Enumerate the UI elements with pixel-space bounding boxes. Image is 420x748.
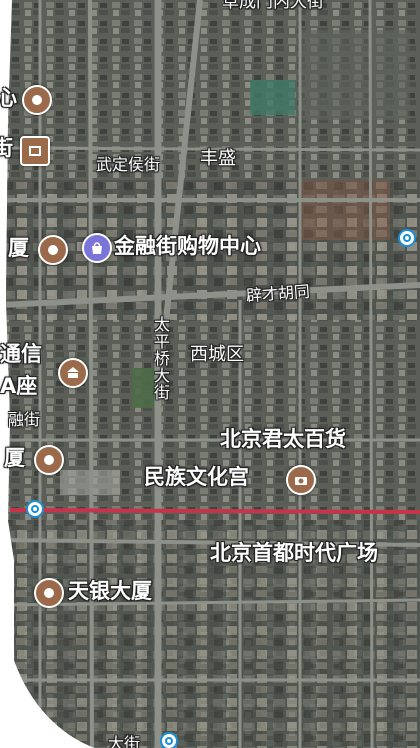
building-icon[interactable] (22, 85, 52, 115)
road-label-top: 阜成门内大街 (222, 0, 324, 12)
road-label-fengsheng: 丰盛 (200, 148, 236, 169)
metro-icon[interactable] (160, 732, 178, 748)
road-label-pixaihutong: 辟才胡同 (245, 281, 311, 306)
poi-label-shoudu[interactable]: 北京首都时代广场 (210, 543, 378, 564)
poi-label-left-top[interactable]: 心 (0, 88, 17, 109)
metro-icon[interactable] (398, 229, 416, 247)
poi-label-tianyin[interactable]: 天银大厦 (68, 581, 152, 602)
poi-label-left-low[interactable]: 厦 (4, 448, 25, 469)
landmark-icon[interactable] (58, 358, 88, 388)
bank-icon[interactable] (20, 136, 50, 166)
metro-icon[interactable] (26, 500, 44, 518)
poi-label-minzu[interactable]: 民族文化宫 (144, 467, 249, 488)
building-icon[interactable] (38, 235, 68, 265)
map-container[interactable]: 阜成门内大街 武定侯街 丰盛 辟才胡同 太平桥大街 西城区 融街 大街 心 街 … (0, 0, 420, 748)
road-label-jinrong: 融街 (8, 410, 41, 429)
poi-label-left-tag[interactable]: 街 (0, 138, 13, 159)
poi-label-junai[interactable]: 北京君太百货 (220, 429, 346, 450)
poi-label-tongxin-a[interactable]: A座 (0, 376, 37, 397)
road-label-wudinghou: 武定侯街 (96, 155, 161, 174)
metro-line-1 (9, 508, 420, 514)
road-label-bottom: 大街 (108, 734, 141, 748)
road-label-taipingqiao: 太平桥大街 (151, 316, 170, 401)
shopping-bag-icon[interactable] (82, 233, 112, 263)
camera-icon[interactable] (286, 465, 316, 495)
green-area (250, 80, 295, 115)
poi-label-tongxin[interactable]: 通信 (0, 344, 42, 365)
building-icon[interactable] (34, 578, 64, 608)
poi-label-left-mid[interactable]: 厦 (8, 238, 29, 259)
building-icon[interactable] (34, 445, 64, 475)
district-label: 西城区 (190, 344, 244, 365)
poi-label-jinrong-mall[interactable]: 金融街购物中心 (114, 236, 261, 257)
